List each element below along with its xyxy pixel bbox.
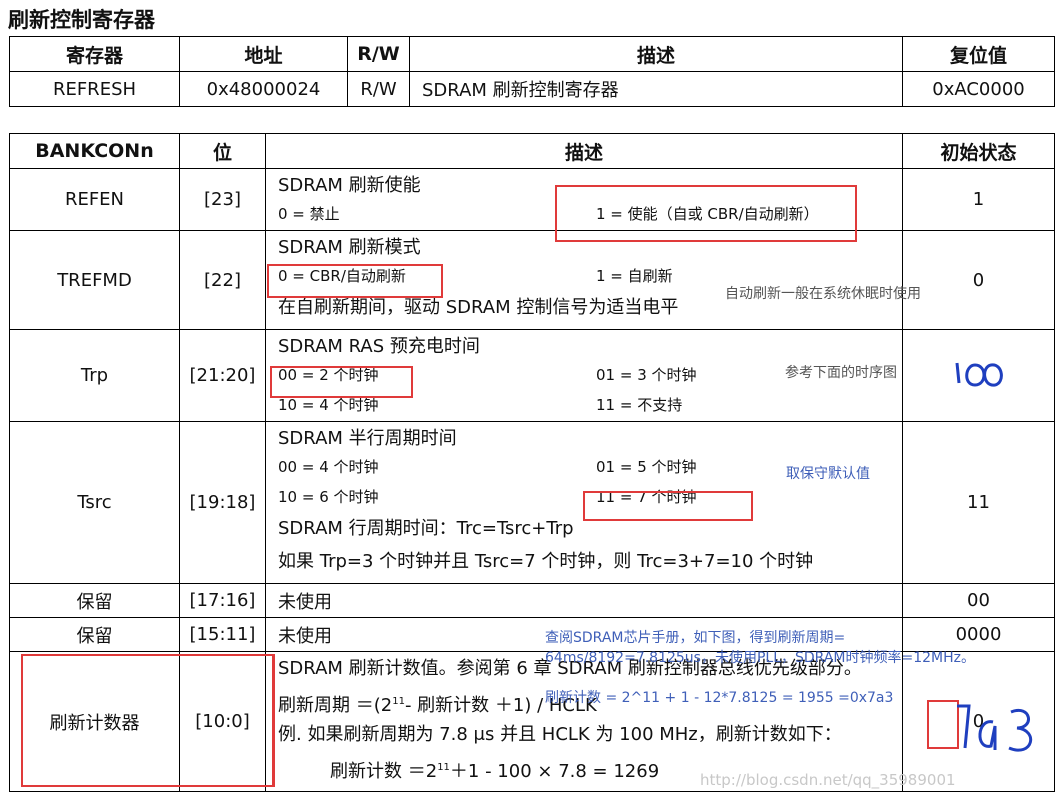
option-01: 01 = 3 个时钟 bbox=[596, 366, 697, 384]
table-row: REFEN [23] SDRAM 刷新使能 0 = 禁止 1 = 使能（自或 C… bbox=[9, 168, 1055, 231]
field-bits: [19:18] bbox=[179, 421, 266, 584]
bitfield-table-header: BANKCONn 位 描述 初始状态 bbox=[9, 133, 1055, 169]
highlight-box-tsrc bbox=[583, 491, 753, 521]
field-bits: [23] bbox=[179, 168, 266, 231]
note-trefmd: 自动刷新一般在系统休眠时使用 bbox=[725, 286, 921, 302]
register-reset-value: 0xAC0000 bbox=[902, 71, 1055, 107]
field-bits: [21:20] bbox=[179, 329, 266, 422]
note-counter-1: 查阅SDRAM芯片手册，如下图，得到刷新周期= bbox=[545, 630, 846, 646]
register-table: 寄存器 地址 R/W 描述 复位值 REFRESH 0x48000024 R/W… bbox=[9, 36, 1055, 107]
table-row: REFRESH 0x48000024 R/W SDRAM 刷新控制寄存器 0xA… bbox=[9, 71, 1055, 107]
field-init: 0 bbox=[902, 230, 1055, 330]
desc-extra-2: 如果 Trp=3 个时钟并且 Tsrc=7 个时钟，则 Trc=3+7=10 个… bbox=[278, 551, 814, 572]
note-tsrc: 取保守默认值 bbox=[786, 466, 870, 482]
highlight-box-refen bbox=[555, 185, 857, 242]
note-trp: 参考下面的时序图 bbox=[785, 365, 897, 381]
field-name: Trp bbox=[9, 329, 180, 422]
field-bits: [22] bbox=[179, 230, 266, 330]
desc-title: SDRAM RAS 预充电时间 bbox=[278, 336, 480, 357]
register-description: SDRAM 刷新控制寄存器 bbox=[409, 71, 903, 107]
field-init: 11 bbox=[902, 421, 1055, 584]
register-name: REFRESH bbox=[9, 71, 180, 107]
field-description: 未使用 bbox=[265, 583, 903, 618]
field-init: 1 bbox=[902, 168, 1055, 231]
watermark: http://blog.csdn.net/qq_35989001 bbox=[700, 771, 956, 789]
option-11: 11 = 不支持 bbox=[596, 396, 683, 414]
field-name: Tsrc bbox=[9, 421, 180, 584]
option-0: 0 = 禁止 bbox=[278, 205, 340, 223]
header-desc: 描述 bbox=[265, 133, 903, 169]
header-rw: R/W bbox=[347, 36, 410, 72]
note-counter-2: 64ms/8192=7.8125us，未使用PLL，SDRAM时钟频率=12MH… bbox=[545, 650, 976, 666]
field-name: TREFMD bbox=[9, 230, 180, 330]
field-bits: [15:11] bbox=[179, 617, 266, 652]
header-reset-value: 复位值 bbox=[902, 36, 1055, 72]
header-description: 描述 bbox=[409, 36, 903, 72]
table-row: 保留 [17:16] 未使用 00 bbox=[9, 583, 1055, 618]
highlight-box-counter-bits bbox=[180, 654, 274, 787]
register-rw: R/W bbox=[347, 71, 410, 107]
field-init bbox=[902, 329, 1055, 422]
field-name: 保留 bbox=[9, 617, 180, 652]
counter-line-3: 例. 如果刷新周期为 7.8 μs 并且 HCLK 为 100 MHz，刷新计数… bbox=[278, 724, 842, 745]
header-bits: 位 bbox=[179, 133, 266, 169]
note-counter-3: 刷新计数 = 2^11 + 1 - 12*7.8125 = 1955 =0x7a… bbox=[545, 690, 894, 706]
option-1: 1 = 自刷新 bbox=[596, 267, 673, 285]
field-name: 保留 bbox=[9, 583, 180, 618]
option-01: 01 = 5 个时钟 bbox=[596, 458, 697, 476]
field-bits: [17:16] bbox=[179, 583, 266, 618]
table-row: Tsrc [19:18] SDRAM 半行周期时间 00 = 4 个时钟 01 … bbox=[9, 421, 1055, 584]
highlight-box-trefmd bbox=[267, 264, 443, 298]
header-address: 地址 bbox=[179, 36, 348, 72]
table-row: TREFMD [22] SDRAM 刷新模式 0 = CBR/自动刷新 1 = … bbox=[9, 230, 1055, 330]
option-10: 10 = 6 个时钟 bbox=[278, 488, 379, 506]
page-title: 刷新控制寄存器 bbox=[8, 8, 155, 32]
field-name: REFEN bbox=[9, 168, 180, 231]
handwritten-value-7a3 bbox=[957, 704, 1033, 752]
option-10: 10 = 4 个时钟 bbox=[278, 396, 379, 414]
option-00: 00 = 4 个时钟 bbox=[278, 458, 379, 476]
header-register: 寄存器 bbox=[9, 36, 180, 72]
desc-title: SDRAM 半行周期时间 bbox=[278, 428, 457, 449]
header-init: 初始状态 bbox=[902, 133, 1055, 169]
field-init: 00 bbox=[902, 583, 1055, 618]
highlight-box-trp bbox=[270, 366, 413, 398]
register-table-header: 寄存器 地址 R/W 描述 复位值 bbox=[9, 36, 1055, 72]
handwritten-value-10 bbox=[955, 362, 1003, 387]
table-row: Trp [21:20] SDRAM RAS 预充电时间 00 = 2 个时钟 0… bbox=[9, 329, 1055, 422]
register-address: 0x48000024 bbox=[179, 71, 348, 107]
header-field: BANKCONn bbox=[9, 133, 180, 169]
